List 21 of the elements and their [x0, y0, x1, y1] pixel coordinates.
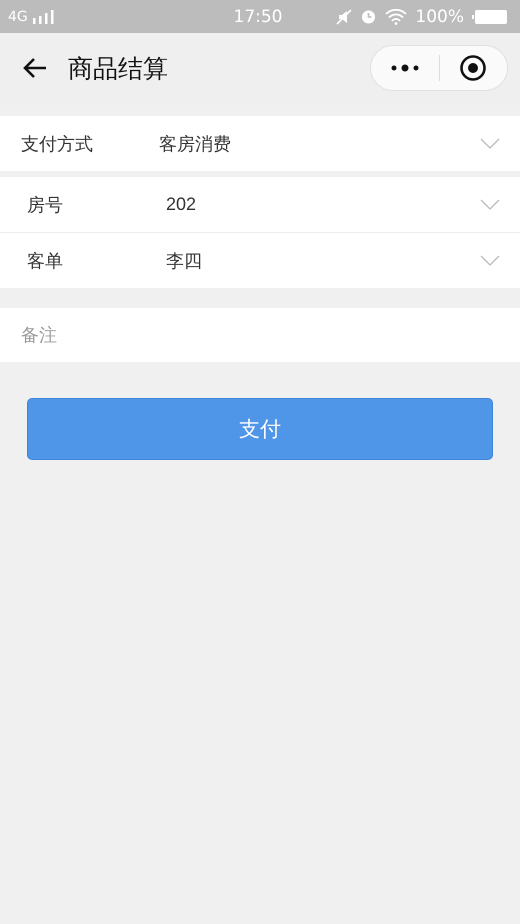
page-title: 商品结算	[68, 52, 169, 84]
chevron-down-icon	[480, 198, 500, 210]
battery-icon	[472, 8, 508, 24]
wifi-icon	[385, 8, 408, 24]
chevron-down-icon	[480, 138, 500, 150]
field-label: 客单	[27, 250, 64, 272]
dropdown-select[interactable]: 202	[166, 177, 500, 232]
chevron-down-icon	[480, 254, 500, 266]
close-icon[interactable]	[459, 54, 488, 82]
clock-time: 17:50	[234, 6, 282, 26]
signal-icon	[32, 8, 56, 24]
dropdown-select[interactable]: 李四	[166, 233, 500, 288]
battery-percent: 100%	[415, 6, 464, 26]
mute-icon	[336, 8, 352, 24]
network-type: 4G	[8, 8, 28, 24]
more-icon[interactable]	[390, 64, 419, 72]
field-label: 房号	[27, 194, 64, 216]
payment-select[interactable]: 客房消费	[159, 116, 500, 171]
field-label: 支付方式	[21, 132, 94, 156]
back-arrow-icon[interactable]	[22, 57, 48, 79]
alarm-icon	[360, 8, 378, 25]
